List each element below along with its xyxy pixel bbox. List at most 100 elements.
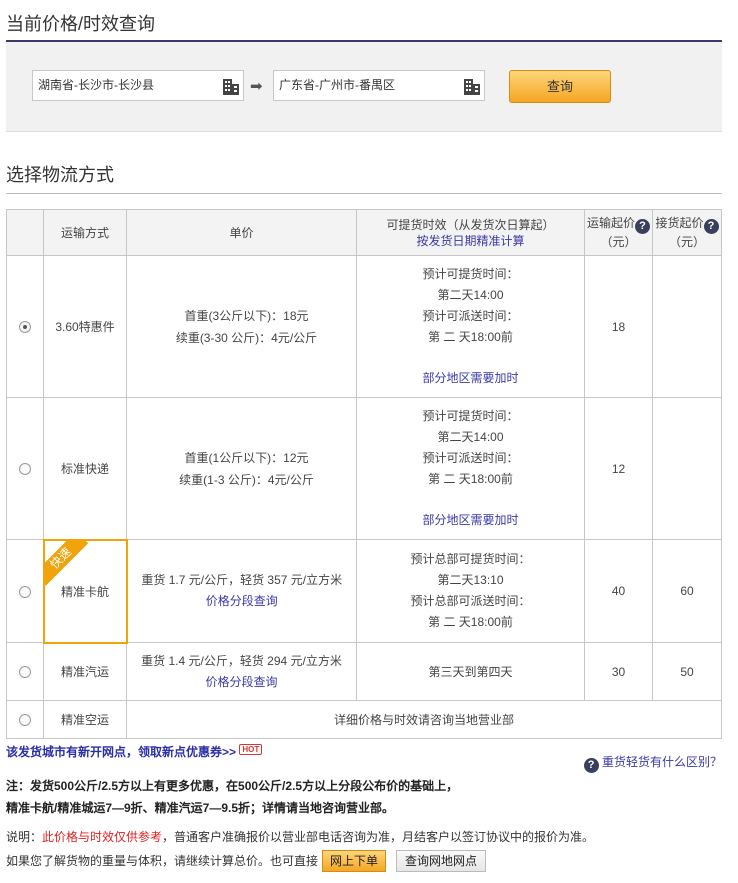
- disclaimer: 说明：此价格与时效仅供参考，普通客户准确报价以营业部电话咨询为准，月结客户以签订…: [6, 828, 594, 845]
- header-pickup-price-label: 接货起价: [655, 216, 704, 230]
- delivery-time-label: 预计可派送时间：: [422, 309, 519, 323]
- price-cell: 重货 1.4 元/公斤，轻货 294 元/立方米 价格分段查询: [126, 642, 357, 701]
- building-icon[interactable]: [222, 75, 240, 95]
- bottom-actions: 如果您了解货物的重量与体积，请继续计算总价。也可直接 网上下单 查询网地网点: [6, 850, 487, 872]
- header-select: [6, 209, 44, 256]
- method-name: 标准快递: [43, 397, 127, 540]
- destination-address-value: 广东省-广州市-番禺区: [279, 78, 395, 92]
- table-row: 3.60特惠件 首重(3公斤以下)：18元 续重(3-30 公斤)：4元/公斤 …: [6, 255, 722, 398]
- timing-cell: 预计总部可提货时间： 第二天13:10 预计总部可派送时间： 第 二 天18:0…: [356, 539, 585, 643]
- header-pickup-price: 接货起价? （元）: [652, 209, 722, 256]
- origin-address-input[interactable]: 湖南省-长沙市-长沙县: [32, 70, 244, 101]
- price-rate: 重货 1.7 元/公斤，轻货 357 元/立方米: [141, 573, 343, 587]
- precise-calc-link[interactable]: 按发货日期精准计算: [357, 233, 584, 249]
- pickup-time-value: 第二天14:00: [437, 430, 504, 444]
- delivery-time-value: 第 二 天18:00前: [428, 472, 513, 486]
- query-button[interactable]: 查询: [509, 70, 611, 103]
- fast-badge: 快速: [45, 541, 88, 586]
- promo-text: 该发货城市有新开网点，领取新点优惠券>>: [6, 745, 237, 759]
- price-segment-link[interactable]: 价格分段查询: [127, 672, 356, 693]
- method-radio[interactable]: [19, 463, 31, 476]
- outlet-query-button[interactable]: 查询网地网点: [396, 850, 487, 872]
- method-radio[interactable]: [19, 714, 31, 727]
- disclaimer-text: ，普通客户准确报价以营业部电话咨询为准，月结客户以签订协议中的报价为准。: [162, 830, 595, 844]
- price-cell: 首重(3公斤以下)：18元 续重(3-30 公斤)：4元/公斤: [126, 255, 357, 398]
- consult-note: 详细价格与时效请咨询当地营业部: [126, 700, 722, 739]
- new-outlet-coupon-link[interactable]: 该发货城市有新开网点，领取新点优惠券>> HOT: [6, 743, 263, 760]
- extra-time-link[interactable]: 部分地区需要加时: [357, 368, 584, 389]
- query-panel: 湖南省-长沙市-长沙县 ➡ 广东省-广州市-番禺区 查询: [6, 42, 722, 132]
- destination-address-input[interactable]: 广东省-广州市-番禺区: [273, 70, 485, 101]
- table-row: 标准快递 首重(1公斤以下)：12元 续重(1-3 公斤)：4元/公斤 预计可提…: [6, 397, 722, 540]
- pickup-price: 60: [652, 539, 722, 643]
- logistics-table: 运输方式 单价 可提货时效（从发货次日算起） 按发货日期精准计算 运输起价? （…: [6, 209, 722, 739]
- pickup-price: 50: [652, 642, 722, 701]
- table-row: 精准空运 详细价格与时效请咨询当地营业部: [6, 700, 722, 739]
- delivery-time-label: 预计总部可派送时间：: [410, 594, 531, 608]
- help-icon: ?: [583, 758, 599, 773]
- section-title: 选择物流方式: [6, 165, 114, 185]
- method-name: 精准空运: [43, 700, 127, 739]
- delivery-time-label: 预计可派送时间：: [422, 451, 519, 465]
- pickup-time-label: 预计可提货时间：: [422, 267, 519, 281]
- disclaimer-prefix: 说明：: [6, 830, 43, 844]
- table-row: 精准汽运 重货 1.4 元/公斤，轻货 294 元/立方米 价格分段查询 第三天…: [6, 642, 722, 701]
- header-start-price-label: 运输起价: [586, 216, 635, 230]
- building-icon[interactable]: [463, 75, 481, 95]
- extra-time-link[interactable]: 部分地区需要加时: [357, 510, 584, 531]
- weight-difference-label: 重货轻货有什么区别？: [601, 755, 722, 769]
- price-first-weight: 首重(1公斤以下)：12元: [184, 450, 309, 465]
- header-timing: 可提货时效（从发货次日算起） 按发货日期精准计算: [356, 209, 585, 256]
- price-cell: 重货 1.7 元/公斤，轻货 357 元/立方米 价格分段查询: [126, 539, 357, 643]
- online-order-button[interactable]: 网上下单: [322, 850, 387, 872]
- disclaimer-warning: 此价格与时效仅供参考: [42, 830, 163, 844]
- header-start-price: 运输起价? （元）: [584, 209, 653, 256]
- price-rate: 重货 1.4 元/公斤，轻货 294 元/立方米: [141, 653, 342, 668]
- header-unit-price: 单价: [126, 209, 357, 256]
- bottom-text: 如果您了解货物的重量与体积，请继续计算总价。也可直接: [6, 854, 319, 868]
- method-name: 精准汽运: [43, 642, 127, 701]
- help-icon[interactable]: ?: [703, 219, 719, 234]
- weight-difference-link[interactable]: ? 重货轻货有什么区别？: [583, 753, 722, 773]
- discount-note: 注：发货500公斤/2.5方以上有更多优惠，在500公斤/2.5方以上分段公布价…: [6, 775, 458, 819]
- section-divider: [6, 193, 722, 194]
- delivery-time-value: 第 二 天18:00前: [428, 615, 513, 629]
- discount-note-line1: 注：发货500公斤/2.5方以上有更多优惠，在500公斤/2.5方以上分段公布价…: [6, 779, 459, 793]
- page-title: 当前价格/时效查询: [6, 14, 156, 34]
- method-radio[interactable]: [18, 585, 31, 598]
- start-price: 40: [584, 539, 653, 643]
- start-price: 30: [584, 642, 653, 701]
- start-price: 12: [584, 397, 653, 540]
- price-cell: 首重(1公斤以下)：12元 续重(1-3 公斤)：4元/公斤: [126, 397, 357, 540]
- header-pickup-price-unit: （元）: [668, 235, 705, 249]
- method-name: 3.60特惠件: [43, 255, 127, 398]
- header-start-price-unit: （元）: [600, 235, 637, 249]
- price-first-weight: 首重(3公斤以下)：18元: [184, 308, 309, 323]
- hot-badge: HOT: [239, 744, 263, 755]
- price-segment-link[interactable]: 价格分段查询: [128, 591, 357, 612]
- table-header-row: 运输方式 单价 可提货时效（从发货次日算起） 按发货日期精准计算 运输起价? （…: [6, 209, 722, 256]
- header-timing-label: 可提货时效（从发货次日算起）: [386, 217, 555, 232]
- pickup-time-label: 预计可提货时间：: [422, 409, 519, 423]
- discount-note-line2: 精准卡航/精准城运7—9折、精准汽运7—9.5折；详情请当地咨询营业部。: [6, 801, 395, 815]
- origin-address-value: 湖南省-长沙市-长沙县: [38, 78, 154, 92]
- price-additional-weight: 续重(3-30 公斤)：4元/公斤: [175, 330, 318, 345]
- delivery-time-value: 第 二 天18:00前: [428, 330, 513, 344]
- method-name-cell: 快速 精准卡航: [42, 538, 128, 644]
- timing-value: 第三天到第四天: [356, 642, 585, 701]
- pickup-time-label: 预计总部可提货时间：: [410, 552, 531, 566]
- table-row: 快速 精准卡航 重货 1.7 元/公斤，轻货 357 元/立方米 价格分段查询 …: [6, 538, 722, 644]
- method-radio-selected[interactable]: [19, 321, 31, 334]
- pickup-time-value: 第二天13:10: [437, 573, 504, 587]
- price-additional-weight: 续重(1-3 公斤)：4元/公斤: [179, 472, 314, 487]
- timing-cell: 预计可提货时间： 第二天14:00 预计可派送时间： 第 二 天18:00前 部…: [356, 397, 585, 540]
- arrow-right-icon: ➡: [250, 78, 263, 95]
- pickup-price: [652, 397, 722, 540]
- help-icon[interactable]: ?: [635, 219, 650, 234]
- method-radio[interactable]: [19, 666, 31, 679]
- method-name: 精准卡航: [60, 584, 109, 599]
- pickup-time-value: 第二天14:00: [437, 288, 504, 302]
- start-price: 18: [584, 255, 653, 398]
- header-method: 运输方式: [43, 209, 127, 256]
- timing-cell: 预计可提货时间： 第二天14:00 预计可派送时间： 第 二 天18:00前 部…: [356, 255, 585, 398]
